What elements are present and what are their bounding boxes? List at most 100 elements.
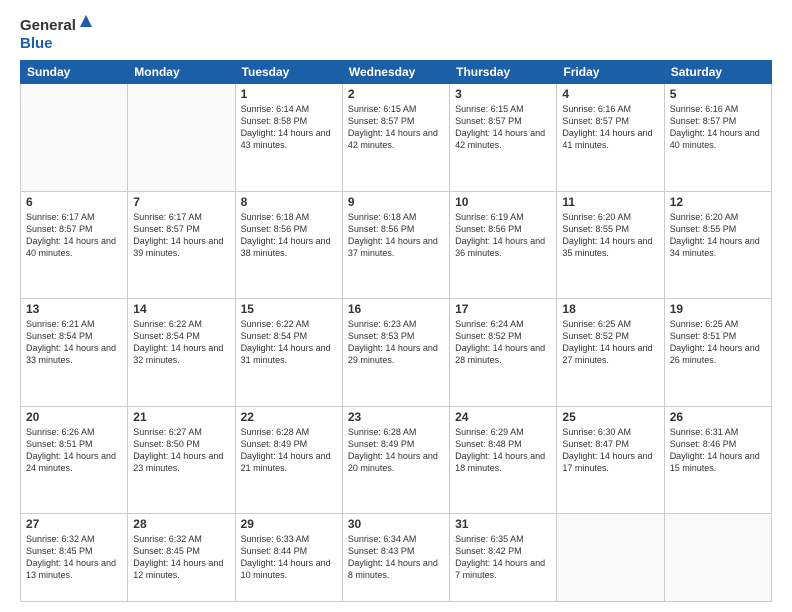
calendar-row-2: 13 Sunrise: 6:21 AMSunset: 8:54 PMDayligh… — [21, 299, 772, 407]
day-number: 7 — [133, 195, 229, 209]
logo-blue: Blue — [20, 35, 53, 52]
calendar-cell: 2 Sunrise: 6:15 AMSunset: 8:57 PMDaylight… — [342, 84, 449, 192]
day-number: 11 — [562, 195, 658, 209]
day-number: 10 — [455, 195, 551, 209]
calendar-cell: 14 Sunrise: 6:22 AMSunset: 8:54 PMDayligh… — [128, 299, 235, 407]
calendar-cell — [664, 514, 771, 602]
day-number: 25 — [562, 410, 658, 424]
cell-details: Sunrise: 6:19 AMSunset: 8:56 PMDaylight:… — [455, 211, 551, 260]
calendar-cell: 28Sunrise: 6:32 AMSunset: 8:45 PMDayligh… — [128, 514, 235, 602]
calendar-cell: 13 Sunrise: 6:21 AMSunset: 8:54 PMDayligh… — [21, 299, 128, 407]
calendar-cell: 9Sunrise: 6:18 AMSunset: 8:56 PMDaylight… — [342, 191, 449, 299]
calendar-cell: 21 Sunrise: 6:27 AMSunset: 8:50 PMDayligh… — [128, 406, 235, 514]
calendar-cell: 8Sunrise: 6:18 AMSunset: 8:56 PMDaylight… — [235, 191, 342, 299]
day-number: 15 — [241, 302, 337, 316]
cell-details: Sunrise: 6:34 AMSunset: 8:43 PMDaylight:… — [348, 533, 444, 582]
day-number: 18 — [562, 302, 658, 316]
cell-details: Sunrise: 6:17 AMSunset: 8:57 PMDaylight:… — [26, 211, 122, 260]
calendar-cell: 17 Sunrise: 6:24 AMSunset: 8:52 PMDayligh… — [450, 299, 557, 407]
weekday-header-wednesday: Wednesday — [342, 61, 449, 84]
cell-details: Sunrise: 6:30 AMSunset: 8:47 PMDaylight:… — [562, 426, 658, 475]
cell-details: Sunrise: 6:32 AMSunset: 8:45 PMDaylight:… — [133, 533, 229, 582]
day-number: 9 — [348, 195, 444, 209]
cell-details: Sunrise: 6:23 AMSunset: 8:53 PMDaylight:… — [348, 318, 444, 367]
calendar-cell: 10 Sunrise: 6:19 AMSunset: 8:56 PMDayligh… — [450, 191, 557, 299]
day-number: 30 — [348, 517, 444, 531]
day-number: 26 — [670, 410, 766, 424]
cell-details: Sunrise: 6:20 AMSunset: 8:55 PMDaylight:… — [562, 211, 658, 260]
weekday-header-monday: Monday — [128, 61, 235, 84]
cell-details: Sunrise: 6:15 AMSunset: 8:57 PMDaylight:… — [348, 103, 444, 152]
cell-details: Sunrise: 6:22 AMSunset: 8:54 PMDaylight:… — [241, 318, 337, 367]
cell-details: Sunrise: 6:16 AMSunset: 8:57 PMDaylight:… — [670, 103, 766, 152]
day-number: 21 — [133, 410, 229, 424]
logo-triangle-icon — [79, 14, 93, 33]
page: General Blue SundayMondayTuesdayWednesda… — [0, 0, 792, 612]
cell-details: Sunrise: 6:25 AMSunset: 8:51 PMDaylight:… — [670, 318, 766, 367]
day-number: 22 — [241, 410, 337, 424]
day-number: 31 — [455, 517, 551, 531]
calendar-table: SundayMondayTuesdayWednesdayThursdayFrid… — [20, 60, 772, 602]
cell-details: Sunrise: 6:28 AMSunset: 8:49 PMDaylight:… — [241, 426, 337, 475]
day-number: 6 — [26, 195, 122, 209]
calendar-row-1: 6 Sunrise: 6:17 AMSunset: 8:57 PMDaylight… — [21, 191, 772, 299]
weekday-header-tuesday: Tuesday — [235, 61, 342, 84]
day-number: 2 — [348, 87, 444, 101]
day-number: 14 — [133, 302, 229, 316]
cell-details: Sunrise: 6:17 AMSunset: 8:57 PMDaylight:… — [133, 211, 229, 260]
weekday-header-row: SundayMondayTuesdayWednesdayThursdayFrid… — [21, 61, 772, 84]
cell-details: Sunrise: 6:20 AMSunset: 8:55 PMDaylight:… — [670, 211, 766, 260]
cell-details: Sunrise: 6:32 AMSunset: 8:45 PMDaylight:… — [26, 533, 122, 582]
weekday-header-sunday: Sunday — [21, 61, 128, 84]
calendar-cell: 15 Sunrise: 6:22 AMSunset: 8:54 PMDayligh… — [235, 299, 342, 407]
cell-details: Sunrise: 6:35 AMSunset: 8:42 PMDaylight:… — [455, 533, 551, 582]
cell-details: Sunrise: 6:14 AMSunset: 8:58 PMDaylight:… — [241, 103, 337, 152]
calendar-cell: 27 Sunrise: 6:32 AMSunset: 8:45 PMDayligh… — [21, 514, 128, 602]
day-number: 20 — [26, 410, 122, 424]
calendar-cell: 31 Sunrise: 6:35 AMSunset: 8:42 PMDayligh… — [450, 514, 557, 602]
calendar-cell — [128, 84, 235, 192]
day-number: 8 — [241, 195, 337, 209]
day-number: 24 — [455, 410, 551, 424]
calendar-cell: 5 Sunrise: 6:16 AMSunset: 8:57 PMDaylight… — [664, 84, 771, 192]
day-number: 13 — [26, 302, 122, 316]
calendar-cell: 4Sunrise: 6:16 AMSunset: 8:57 PMDaylight… — [557, 84, 664, 192]
calendar-row-3: 20Sunrise: 6:26 AMSunset: 8:51 PMDayligh… — [21, 406, 772, 514]
cell-details: Sunrise: 6:29 AMSunset: 8:48 PMDaylight:… — [455, 426, 551, 475]
day-number: 29 — [241, 517, 337, 531]
calendar-cell: 12 Sunrise: 6:20 AMSunset: 8:55 PMDayligh… — [664, 191, 771, 299]
day-number: 12 — [670, 195, 766, 209]
cell-details: Sunrise: 6:25 AMSunset: 8:52 PMDaylight:… — [562, 318, 658, 367]
calendar-cell — [21, 84, 128, 192]
day-number: 16 — [348, 302, 444, 316]
cell-details: Sunrise: 6:15 AMSunset: 8:57 PMDaylight:… — [455, 103, 551, 152]
day-number: 27 — [26, 517, 122, 531]
calendar-row-0: 1 Sunrise: 6:14 AMSunset: 8:58 PMDaylight… — [21, 84, 772, 192]
calendar-cell: 1 Sunrise: 6:14 AMSunset: 8:58 PMDaylight… — [235, 84, 342, 192]
calendar-cell: 19 Sunrise: 6:25 AMSunset: 8:51 PMDayligh… — [664, 299, 771, 407]
day-number: 3 — [455, 87, 551, 101]
calendar-cell: 18 Sunrise: 6:25 AMSunset: 8:52 PMDayligh… — [557, 299, 664, 407]
logo: General Blue — [20, 16, 93, 52]
calendar-cell: 30 Sunrise: 6:34 AMSunset: 8:43 PMDayligh… — [342, 514, 449, 602]
calendar-row-4: 27 Sunrise: 6:32 AMSunset: 8:45 PMDayligh… — [21, 514, 772, 602]
day-number: 4 — [562, 87, 658, 101]
calendar-cell: 6 Sunrise: 6:17 AMSunset: 8:57 PMDaylight… — [21, 191, 128, 299]
cell-details: Sunrise: 6:21 AMSunset: 8:54 PMDaylight:… — [26, 318, 122, 367]
day-number: 23 — [348, 410, 444, 424]
cell-details: Sunrise: 6:28 AMSunset: 8:49 PMDaylight:… — [348, 426, 444, 475]
calendar-cell: 3 Sunrise: 6:15 AMSunset: 8:57 PMDaylight… — [450, 84, 557, 192]
calendar-cell: 20Sunrise: 6:26 AMSunset: 8:51 PMDayligh… — [21, 406, 128, 514]
cell-details: Sunrise: 6:24 AMSunset: 8:52 PMDaylight:… — [455, 318, 551, 367]
cell-details: Sunrise: 6:31 AMSunset: 8:46 PMDaylight:… — [670, 426, 766, 475]
calendar-cell: 7 Sunrise: 6:17 AMSunset: 8:57 PMDaylight… — [128, 191, 235, 299]
weekday-header-thursday: Thursday — [450, 61, 557, 84]
day-number: 5 — [670, 87, 766, 101]
day-number: 1 — [241, 87, 337, 101]
day-number: 17 — [455, 302, 551, 316]
cell-details: Sunrise: 6:27 AMSunset: 8:50 PMDaylight:… — [133, 426, 229, 475]
day-number: 19 — [670, 302, 766, 316]
calendar-cell: 29Sunrise: 6:33 AMSunset: 8:44 PMDayligh… — [235, 514, 342, 602]
cell-details: Sunrise: 6:22 AMSunset: 8:54 PMDaylight:… — [133, 318, 229, 367]
weekday-header-saturday: Saturday — [664, 61, 771, 84]
